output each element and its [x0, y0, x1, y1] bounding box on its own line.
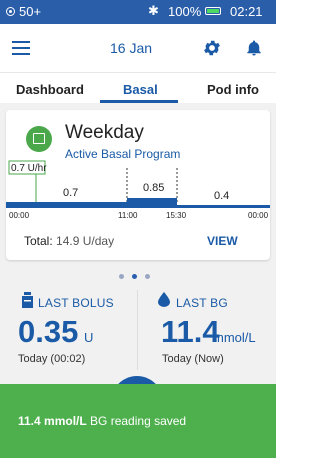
header-date: 16 Jan: [110, 40, 153, 56]
status-carrier: 50+: [19, 4, 42, 19]
basal-chart: 0.7 U/hr 0.7 0.85 0.4 00:00 11:00 15:30 …: [6, 160, 270, 220]
signal-dot-icon: [6, 7, 15, 16]
stats-divider: [137, 290, 138, 370]
bell-icon[interactable]: [245, 38, 263, 58]
segment-rate-2: 0.85: [143, 182, 164, 194]
gear-icon[interactable]: [202, 38, 222, 58]
snackbar: 11.4 mmol/L BG reading saved: [0, 384, 276, 458]
battery-icon: [205, 7, 221, 15]
status-time: 02:21: [230, 4, 263, 19]
tab-bar: Dashboard Basal Pod info: [0, 72, 276, 104]
current-rate-label: 0.7 U/hr: [11, 163, 47, 174]
time-label-start: 00:00: [9, 211, 30, 220]
snackbar-text: 11.4 mmol/L BG reading saved: [18, 414, 186, 428]
time-label-end: 00:00: [248, 211, 269, 220]
status-bar: 50+ ✱ 100% 02:21: [0, 0, 276, 24]
bolus-icon: [22, 292, 33, 308]
tab-basal[interactable]: Basal: [123, 82, 158, 97]
pager-dot-active[interactable]: [132, 274, 137, 279]
tab-pod-info[interactable]: Pod info: [207, 82, 259, 97]
bluetooth-icon: ✱: [148, 3, 159, 18]
blood-drop-icon: [158, 292, 170, 307]
last-bg-value: 11.4: [161, 314, 220, 349]
status-left: 50+: [6, 4, 41, 19]
time-label-11: 11:00: [118, 211, 138, 220]
last-bg-title: LAST BG: [176, 296, 228, 310]
segment-rate-3: 0.4: [214, 190, 229, 202]
battery-percent: 100%: [168, 4, 202, 19]
pager-dot[interactable]: [145, 274, 150, 279]
last-bg-time: Today (Now): [162, 353, 224, 365]
last-bolus-title: LAST BOLUS: [38, 296, 114, 310]
menu-icon[interactable]: [12, 41, 30, 55]
app-header: 16 Jan: [0, 24, 276, 72]
last-bolus-unit: U: [84, 330, 94, 345]
snackbar-value: 11.4 mmol/L: [18, 414, 87, 428]
pager-dot[interactable]: [119, 274, 124, 279]
basal-segment-1: [6, 202, 127, 208]
view-button[interactable]: VIEW: [207, 234, 238, 248]
snackbar-message: BG reading saved: [86, 414, 187, 428]
time-label-1530: 15:30: [166, 211, 187, 220]
last-bolus-time: Today (00:02): [18, 353, 86, 365]
last-bg-unit: mmol/L: [213, 330, 256, 345]
total-value: 14.9 U/day: [56, 234, 115, 248]
segment-rate-1: 0.7: [63, 187, 78, 199]
card-pager[interactable]: [116, 271, 160, 283]
tab-dashboard[interactable]: Dashboard: [16, 82, 84, 97]
daily-total: Total: 14.9 U/day: [24, 234, 114, 248]
basal-program-card: Weekday Active Basal Program 0.7 U/hr 0.…: [6, 110, 270, 260]
last-bolus-value: 0.35: [18, 314, 79, 349]
total-label: Total:: [24, 234, 53, 248]
basal-segment-2: [127, 198, 177, 208]
basal-segment-3: [177, 205, 270, 208]
